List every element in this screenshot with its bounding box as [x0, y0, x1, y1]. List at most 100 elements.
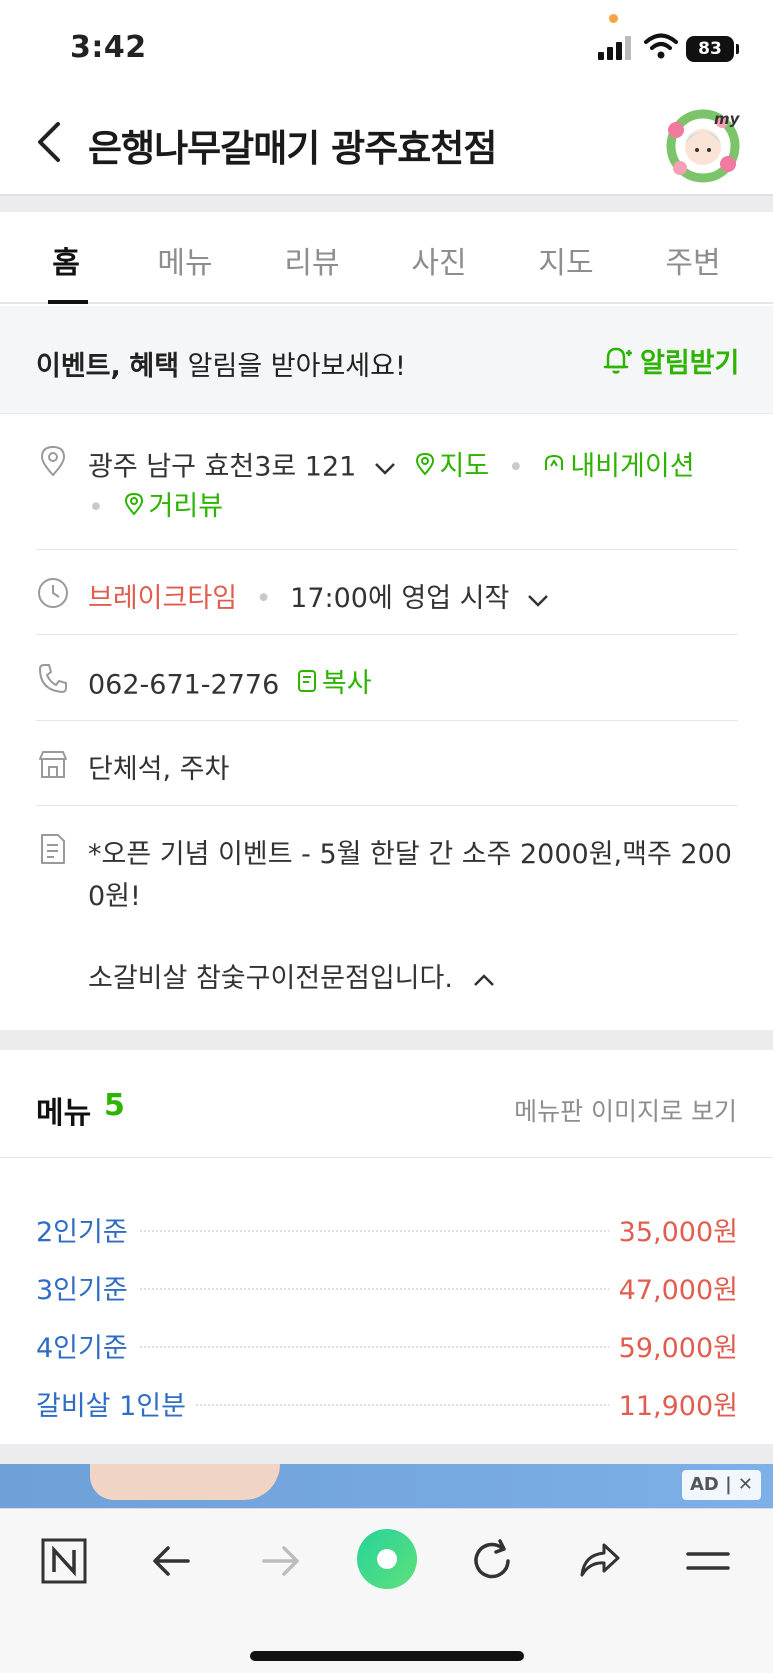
my-profile-avatar[interactable]: my — [660, 102, 746, 186]
status-time: 3:42 — [70, 30, 147, 65]
facilities-text: 단체석, 주차 — [88, 754, 230, 785]
navigation-link-label: 내비게이션 — [570, 451, 695, 482]
description-line-1: *오픈 기념 이벤트 - 5월 한달 간 소주 2000원,맥주 200 — [88, 839, 732, 870]
ad-image — [90, 1464, 280, 1500]
menu-item-name: 2인기준 — [36, 1210, 138, 1249]
browser-toolbar — [0, 1508, 773, 1673]
streetview-link-label: 거리뷰 — [148, 491, 224, 522]
home-indicator[interactable] — [250, 1651, 524, 1661]
map-link[interactable]: 지도 — [414, 444, 490, 483]
menu-image-link[interactable]: 메뉴판 이미지로 보기 — [514, 1092, 737, 1128]
copy-phone-button[interactable]: 복사 — [296, 661, 372, 700]
location-pin-icon — [40, 445, 66, 477]
battery-indicator: 83 — [686, 36, 734, 62]
chevron-up-icon[interactable] — [470, 970, 498, 990]
copy-icon — [297, 669, 316, 692]
phone-number[interactable]: 062-671-2776 — [88, 670, 279, 701]
phone-line: 062-671-2776 복사 — [88, 661, 372, 701]
address-text: 광주 남구 효천3로 121 — [88, 451, 357, 483]
event-notification-banner: 이벤트, 혜택 알림을 받아보세요! 알림받기 — [0, 306, 773, 414]
advertisement-banner[interactable]: AD | ✕ — [0, 1464, 773, 1508]
menu-item-name: 갈비살 1인분 — [36, 1384, 196, 1423]
map-pin-icon — [415, 452, 434, 476]
menu-item-name: 4인기준 — [36, 1326, 138, 1365]
subscribe-alarm-label: 알림받기 — [640, 347, 740, 379]
facilities-row: 단체석, 주차 — [36, 721, 738, 806]
menu-item[interactable]: 3인기준 47,000원 — [36, 1268, 738, 1308]
back-arrow-icon[interactable] — [146, 1535, 198, 1587]
event-bold-1: 이벤트, — [36, 351, 121, 382]
navigation-link[interactable]: 내비게이션 — [542, 444, 695, 483]
back-button[interactable] — [30, 114, 70, 170]
tab-photo[interactable]: 사진 — [399, 238, 479, 282]
streetview-line: • 거리뷰 — [88, 484, 223, 523]
copy-label: 복사 — [321, 668, 372, 699]
green-dot-button[interactable] — [355, 1527, 419, 1591]
hours-line: 브레이크타임 • 17:00에 영업 시작 — [88, 576, 552, 615]
menu-item[interactable]: 4인기준 59,000원 — [36, 1326, 738, 1366]
subscribe-alarm-button[interactable]: 알림받기 — [600, 340, 739, 380]
menu-item-price: 11,900원 — [608, 1384, 738, 1423]
description-line-3: 소갈비살 참숯구이전문점입니다. — [88, 956, 498, 995]
phone-icon — [39, 664, 67, 693]
menu-section-title: 메뉴 — [36, 1096, 92, 1131]
menu-item[interactable]: 갈비살 1인분 11,900원 — [36, 1384, 738, 1424]
ad-close-badge[interactable]: AD | ✕ — [681, 1470, 761, 1500]
map-link-label: 지도 — [439, 451, 490, 482]
section-divider — [0, 1030, 773, 1050]
privacy-indicator-dot — [609, 14, 618, 23]
tab-home[interactable]: 홈 — [26, 238, 106, 282]
menu-item-price: 47,000원 — [608, 1268, 738, 1307]
description-text: 소갈비살 참숯구이전문점입니다. — [88, 963, 453, 994]
store-icon — [39, 751, 67, 778]
tab-bar: 홈 메뉴 리뷰 사진 지도 주변 — [0, 212, 773, 304]
menu-hamburger-icon[interactable] — [682, 1535, 734, 1587]
description-line-2: 0원! — [88, 881, 141, 912]
event-banner-text: 이벤트, 혜택 알림을 받아보세요! — [36, 344, 406, 383]
business-hours-row[interactable]: 브레이크타임 • 17:00에 영업 시작 — [36, 550, 738, 635]
event-bold-2: 혜택 — [129, 351, 180, 382]
tab-review[interactable]: 리뷰 — [272, 238, 352, 282]
separator-dot: • — [507, 451, 524, 483]
menu-count: 5 — [104, 1088, 125, 1123]
streetview-link[interactable]: 거리뷰 — [123, 484, 224, 523]
battery-tip — [736, 44, 739, 54]
tab-nearby[interactable]: 주변 — [653, 238, 733, 282]
menu-list: 2인기준 35,000원 3인기준 47,000원 4인기준 59,000원 갈… — [0, 1158, 773, 1444]
clock-icon — [38, 578, 68, 608]
phone-row: 062-671-2776 복사 — [36, 635, 738, 721]
forward-arrow-icon[interactable] — [254, 1535, 306, 1587]
chevron-down-icon[interactable] — [371, 458, 399, 478]
tab-map[interactable]: 지도 — [526, 238, 606, 282]
avatar-label: my — [714, 110, 741, 128]
active-tab-indicator — [48, 300, 88, 304]
description-row: *오픈 기념 이벤트 - 5월 한달 간 소주 2000원,맥주 200 0원!… — [36, 806, 738, 1030]
page-header: 은행나무갈매기 광주효천점 my — [0, 92, 773, 194]
menu-section-header: 메뉴 5 메뉴판 이미지로 보기 — [0, 1050, 773, 1158]
menu-item-price: 59,000원 — [608, 1326, 738, 1365]
menu-item-price: 35,000원 — [608, 1210, 738, 1249]
naver-home-icon[interactable] — [38, 1535, 90, 1587]
separator-dot: • — [255, 583, 272, 614]
document-icon — [41, 834, 65, 864]
menu-item-name: 3인기준 — [36, 1268, 138, 1307]
address-row: 광주 남구 효천3로 121 지도 • 내비게이션 • 거리뷰 — [36, 414, 738, 550]
separator-dot: • — [88, 491, 104, 523]
wifi-icon — [644, 33, 678, 59]
section-divider — [0, 194, 773, 212]
status-bar: 3:42 83 — [0, 0, 773, 92]
page-title: 은행나무갈매기 광주효천점 — [88, 127, 497, 170]
hours-detail: 17:00에 영업 시작 — [290, 583, 510, 614]
bell-plus-icon — [603, 347, 632, 374]
share-icon[interactable] — [574, 1535, 626, 1587]
hours-status: 브레이크타임 — [88, 583, 238, 614]
event-rest: 알림을 받아보세요! — [187, 351, 406, 382]
menu-item[interactable]: 2인기준 35,000원 — [36, 1210, 738, 1250]
navigation-icon — [545, 454, 564, 470]
address-line: 광주 남구 효천3로 121 지도 • 내비게이션 — [88, 444, 695, 484]
refresh-icon[interactable] — [466, 1535, 518, 1587]
tab-menu[interactable]: 메뉴 — [145, 238, 225, 282]
cellular-signal-icon — [598, 36, 632, 60]
section-divider — [0, 1444, 773, 1464]
chevron-down-icon[interactable] — [524, 590, 552, 610]
